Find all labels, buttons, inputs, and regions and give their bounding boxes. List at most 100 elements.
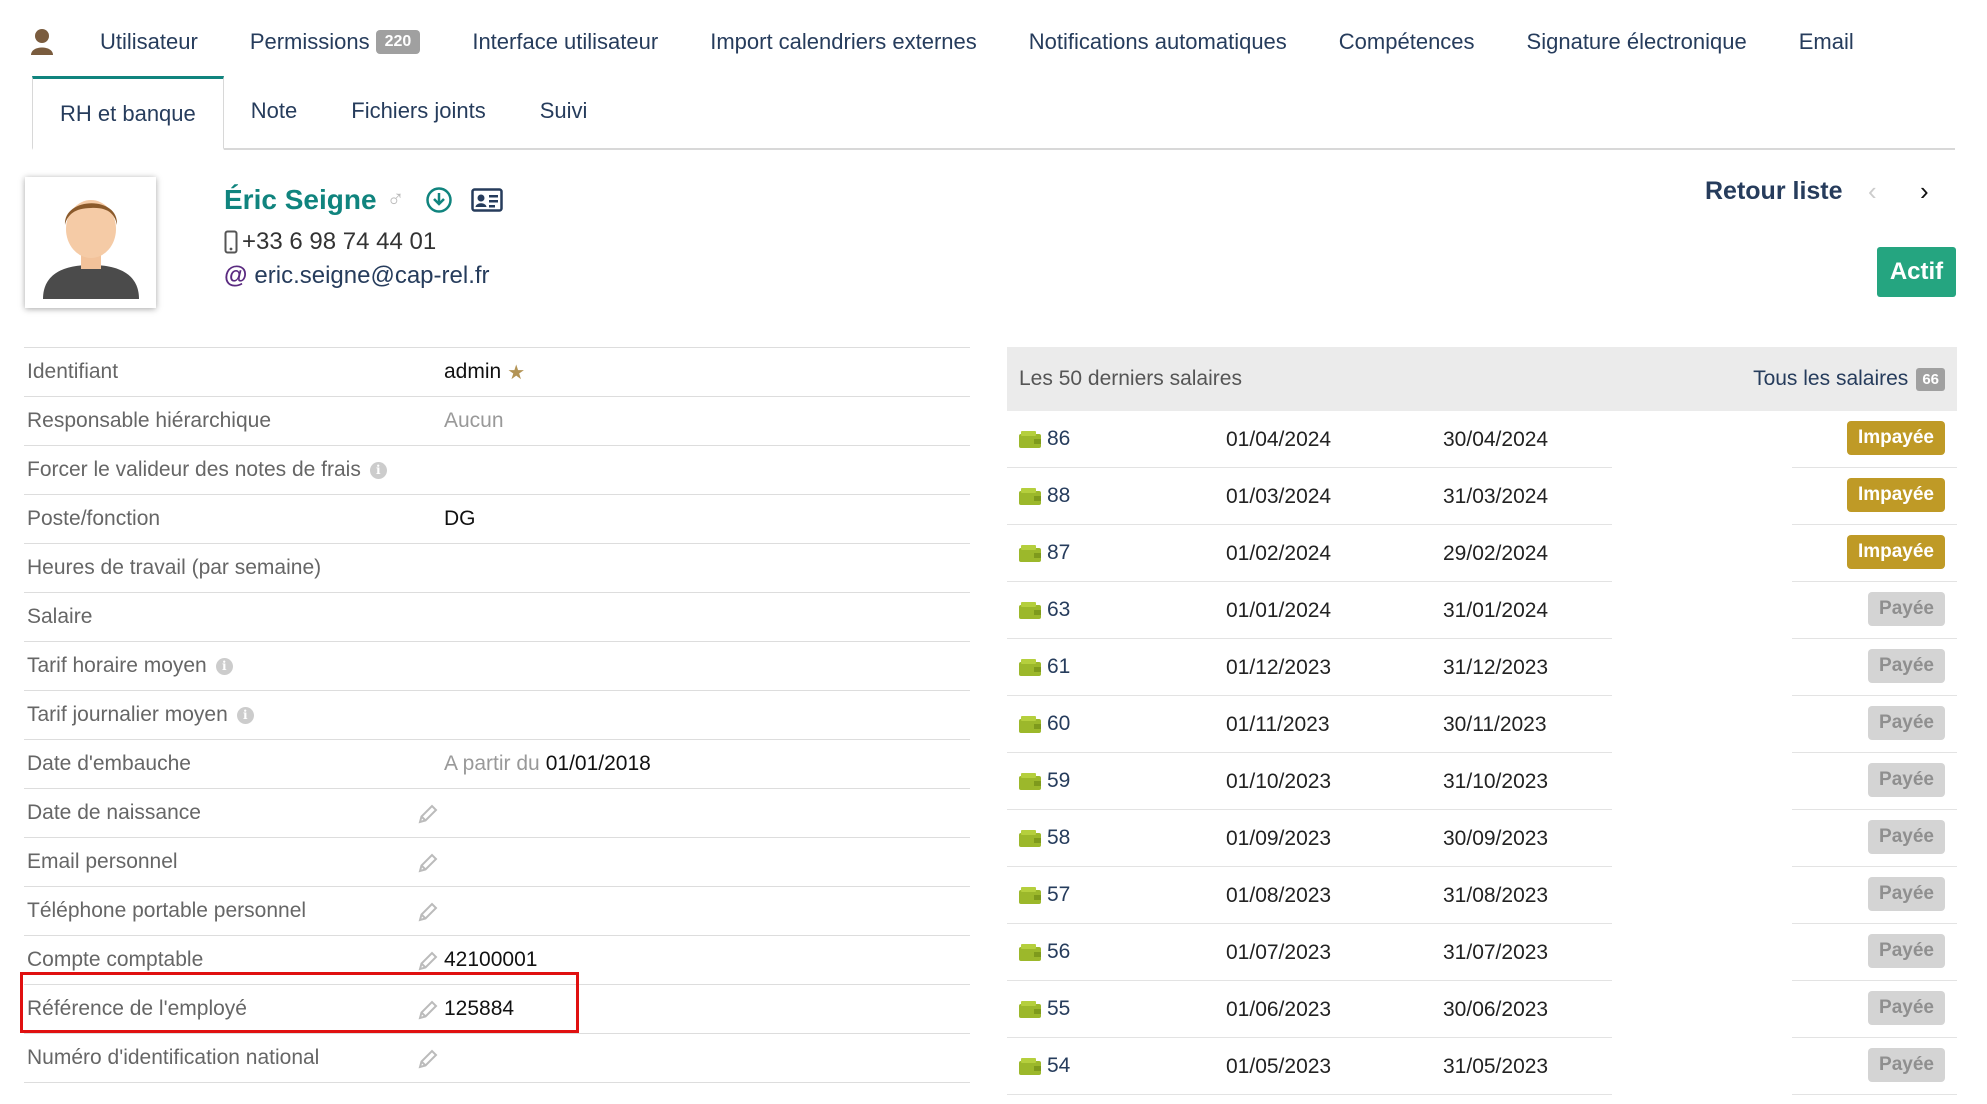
salary-ref-link[interactable]: 55 — [1019, 997, 1070, 1021]
next-record-icon[interactable]: › — [1920, 176, 1929, 207]
field-label: Téléphone portable personnel — [27, 899, 307, 922]
tab-label: Fichiers joints — [351, 98, 486, 123]
salary-ref: 55 — [1047, 997, 1071, 1020]
salary-start-date: 01/08/2023 — [1226, 884, 1332, 907]
edit-pencil-icon[interactable] — [416, 949, 440, 973]
salary-ref-link[interactable]: 54 — [1019, 1054, 1070, 1078]
tab-label: Note — [250, 98, 298, 123]
salary-end-date: 31/03/2024 — [1443, 485, 1549, 508]
salary-ref: 88 — [1047, 484, 1071, 507]
previous-record-icon[interactable]: ‹ — [1868, 176, 1877, 207]
employee-name[interactable]: Éric Seigne — [224, 184, 377, 216]
field-value: admin ★ — [444, 360, 525, 385]
back-to-list-link[interactable]: Retour liste — [1705, 177, 1843, 206]
salaries-count-badge: 66 — [1916, 367, 1945, 391]
salary-start-date: 01/06/2023 — [1226, 998, 1332, 1021]
salary-end-date: 31/07/2023 — [1443, 941, 1549, 964]
tab-signature[interactable]: Signature électronique — [1527, 29, 1747, 55]
salary-ref-link[interactable]: 57 — [1019, 883, 1070, 907]
salary-ref-link[interactable]: 59 — [1019, 769, 1070, 793]
info-icon[interactable]: i — [236, 706, 254, 724]
list-item: 61 01/12/2023 31/12/2023 Payée — [1007, 639, 1957, 696]
all-salaries-link[interactable]: Tous les salaires 66 — [1753, 367, 1945, 391]
salaries-title: Les 50 derniers salaires — [1019, 367, 1242, 390]
tab-email[interactable]: Email — [1799, 29, 1854, 55]
wallet-icon — [1019, 487, 1041, 505]
field-label: Heures de travail (par semaine) — [27, 556, 322, 579]
salary-end-date: 30/09/2023 — [1443, 827, 1549, 850]
edit-pencil-icon[interactable] — [416, 802, 440, 826]
salary-start-date: 01/11/2023 — [1226, 713, 1330, 736]
table-row: Forcer le valideur des notes de frais i — [24, 446, 970, 495]
tab-competences[interactable]: Compétences — [1339, 29, 1475, 55]
avatar[interactable] — [25, 177, 156, 308]
edit-pencil-icon[interactable] — [416, 1047, 440, 1071]
tab-label: Compétences — [1338, 29, 1475, 54]
tab-permissions[interactable]: Permissions 220 — [250, 29, 421, 55]
edit-pencil-icon[interactable] — [416, 900, 440, 924]
tab-label: Interface utilisateur — [472, 29, 659, 54]
salary-ref-link[interactable]: 56 — [1019, 940, 1070, 964]
wallet-icon — [1019, 715, 1041, 733]
wallet-icon — [1019, 943, 1041, 961]
table-row: Téléphone portable personnel — [24, 887, 970, 936]
tab-note[interactable]: Note — [224, 74, 324, 148]
salary-ref-link[interactable]: 86 — [1019, 427, 1070, 451]
download-icon[interactable] — [425, 186, 453, 214]
salary-end-date: 31/12/2023 — [1443, 656, 1549, 679]
payment-status-badge: Payée — [1868, 706, 1945, 740]
salary-ref-link[interactable]: 60 — [1019, 712, 1070, 736]
salary-ref: 59 — [1047, 769, 1071, 792]
employee-header: Éric Seigne ♂ — [224, 184, 503, 216]
tab-interface-utilisateur[interactable]: Interface utilisateur — [472, 29, 658, 55]
edit-pencil-icon[interactable] — [416, 851, 440, 875]
info-icon[interactable]: i — [215, 657, 233, 675]
tab-notifications[interactable]: Notifications automatiques — [1029, 29, 1287, 55]
label-text: Tarif horaire moyen — [27, 654, 207, 677]
field-label: Forcer le valideur des notes de frais i — [24, 458, 444, 482]
user-icon[interactable] — [24, 24, 60, 60]
list-item: 55 01/06/2023 30/06/2023 Payée — [1007, 981, 1957, 1038]
salary-ref-link[interactable]: 61 — [1019, 655, 1070, 679]
list-item: 58 01/09/2023 30/09/2023 Payée — [1007, 810, 1957, 867]
wallet-icon — [1019, 829, 1041, 847]
field-label: Tarif journalier moyen i — [24, 703, 444, 727]
wallet-icon — [1019, 1000, 1041, 1018]
salaries-list: 86 01/04/2024 30/04/2024 Impayée 88 01/03/202… — [1007, 411, 1957, 1095]
list-item: 59 01/10/2023 31/10/2023 Payée — [1007, 753, 1957, 810]
salary-end-date: 31/10/2023 — [1443, 770, 1549, 793]
tab-rh-banque[interactable]: RH et banque — [32, 76, 224, 150]
field-label: Responsable hiérarchique — [27, 409, 271, 432]
field-value: DG — [444, 507, 476, 530]
salary-ref-link[interactable]: 88 — [1019, 484, 1070, 508]
wallet-icon — [1019, 430, 1041, 448]
list-item: 63 01/01/2024 31/01/2024 Payée — [1007, 582, 1957, 639]
sub-tabs: RH et banque Note Fichiers joints Suivi — [32, 76, 1955, 150]
info-icon[interactable]: i — [369, 461, 387, 479]
salary-end-date: 29/02/2024 — [1443, 542, 1549, 565]
table-row: Date d'embauche A partir du 01/01/2018 — [24, 740, 970, 789]
salary-ref-link[interactable]: 87 — [1019, 541, 1070, 565]
table-row: Date de naissance — [24, 789, 970, 838]
field-label: Identifiant — [27, 360, 119, 383]
salary-ref-link[interactable]: 58 — [1019, 826, 1070, 850]
table-row: Poste/fonction DG — [24, 495, 970, 544]
tab-utilisateur[interactable]: Utilisateur — [100, 29, 198, 55]
permissions-count-badge: 220 — [375, 30, 421, 54]
tab-label: Import calendriers externes — [710, 29, 977, 54]
field-label: Tarif horaire moyen i — [24, 654, 444, 678]
email-line: @ eric.seigne@cap-rel.fr — [224, 262, 490, 290]
list-item: 57 01/08/2023 31/08/2023 Payée — [1007, 867, 1957, 924]
salary-end-date: 30/06/2023 — [1443, 998, 1549, 1021]
tab-fichiers-joints[interactable]: Fichiers joints — [324, 74, 512, 148]
tab-suivi[interactable]: Suivi — [513, 74, 615, 148]
tab-label: Utilisateur — [100, 29, 198, 54]
salary-ref-link[interactable]: 63 — [1019, 598, 1070, 622]
payment-status-badge: Payée — [1868, 820, 1945, 854]
wallet-icon — [1019, 658, 1041, 676]
field-label: Date de naissance — [27, 801, 201, 824]
list-item: 56 01/07/2023 31/07/2023 Payée — [1007, 924, 1957, 981]
tab-import-calendriers[interactable]: Import calendriers externes — [710, 29, 977, 55]
contact-card-icon[interactable] — [470, 188, 503, 212]
email-link[interactable]: eric.seigne@cap-rel.fr — [254, 262, 489, 290]
